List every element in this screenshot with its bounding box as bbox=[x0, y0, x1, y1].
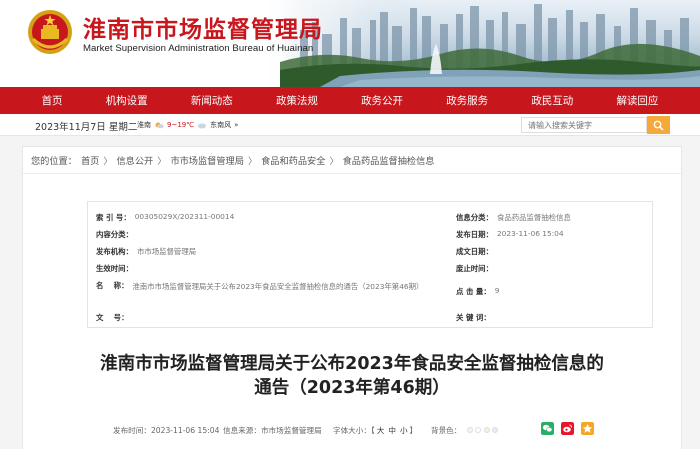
nav-item-gov-affairs[interactable]: 政务公开 bbox=[361, 93, 403, 108]
meta-views-value: 9 bbox=[494, 286, 500, 295]
info-bar: 2023年11月7日 星期二 淮南 9~19℃ 东南风 » bbox=[0, 114, 700, 136]
meta-keywords-row: 关 键 词： bbox=[456, 312, 495, 323]
article-title: 淮南市市场监督管理局关于公布2023年食品安全监督抽检信息的 通告（2023年第… bbox=[23, 352, 681, 400]
meta-org-value: 市市场监督管理局 bbox=[136, 247, 197, 256]
breadcrumb-separator: 〉 bbox=[157, 156, 167, 167]
meta-name-value: 淮南市市场监督管理局关于公布2023年食品安全监督抽检信息的通告（2023年第4… bbox=[132, 282, 424, 291]
font-size-control: 字体大小：【大中小】 bbox=[333, 425, 417, 436]
meta-category-row: 信息分类： 食品药品监督抽检信息 bbox=[456, 212, 571, 223]
current-date: 2023年11月7日 星期二 bbox=[35, 119, 137, 133]
weather-more-link[interactable]: » bbox=[234, 121, 238, 129]
bg-color-swatches bbox=[467, 426, 499, 435]
meta-docno-label: 文 号： bbox=[96, 313, 129, 322]
content-container: 您的位置： 首页 〉 信息公开 〉 市市场监督管理局 〉 食品和药品安全 〉 食… bbox=[22, 146, 682, 449]
site-title: 淮南市市场监督管理局 bbox=[83, 17, 323, 43]
meta-effective-label: 生效时间： bbox=[96, 264, 133, 273]
meta-pubdate-row: 发布日期： 2023-11-06 15:04 bbox=[456, 229, 564, 240]
cloudy-sun-icon bbox=[155, 122, 164, 129]
weather-wind: 东南风 bbox=[210, 121, 232, 129]
meta-index-row: 索 引 号： 00305029X/202311-00014 bbox=[96, 212, 234, 223]
meta-org-row: 发布机构： 市市场监督管理局 bbox=[96, 246, 196, 257]
article-source: 信息来源：市市场监督管理局 bbox=[223, 426, 322, 435]
breadcrumb-home[interactable]: 首页 bbox=[81, 153, 99, 167]
meta-effective-row: 生效时间： bbox=[96, 263, 137, 274]
bg-swatch-white[interactable] bbox=[475, 427, 482, 433]
bg-swatch-blue[interactable] bbox=[492, 427, 499, 433]
breadcrumb-bureau[interactable]: 市市场监督管理局 bbox=[170, 153, 244, 167]
date-text: 2023年11月7日 bbox=[35, 122, 106, 133]
article-title-line2: 通告（2023年第46期） bbox=[254, 378, 450, 398]
nav-item-news[interactable]: 新闻动态 bbox=[191, 93, 233, 108]
breadcrumb-separator: 〉 bbox=[247, 156, 258, 167]
bg-color-control: 背景色： bbox=[431, 425, 461, 436]
meta-pubdate-label: 发布日期： bbox=[456, 230, 493, 239]
search-input[interactable] bbox=[521, 117, 647, 133]
search-button[interactable] bbox=[647, 116, 670, 134]
bg-swatch-gray[interactable] bbox=[467, 427, 473, 433]
meta-index-label: 索 引 号： bbox=[96, 213, 131, 222]
meta-content-label: 内容分类： bbox=[96, 230, 133, 239]
bg-swatch-cream[interactable] bbox=[483, 427, 490, 433]
meta-expire-label: 废止时间： bbox=[456, 264, 493, 273]
document-metadata-table: 索 引 号： 00305029X/202311-00014 信息分类： 食品药品… bbox=[87, 201, 653, 328]
main-nav: 首页 机构设置 新闻动态 政策法规 政务公开 政务服务 政民互动 解读回应 bbox=[0, 87, 700, 114]
weather-city: 淮南 bbox=[137, 121, 151, 129]
header-banner: 淮南市市场监督管理局 Market Supervision Administra… bbox=[0, 0, 700, 87]
qzone-share-icon[interactable] bbox=[581, 422, 594, 435]
meta-category-value: 食品药品监督抽检信息 bbox=[496, 213, 571, 222]
meta-pubdate-value: 2023-11-06 15:04 bbox=[496, 229, 564, 238]
breadcrumb-info-public[interactable]: 信息公开 bbox=[117, 153, 154, 167]
nav-item-policy[interactable]: 政策法规 bbox=[276, 93, 318, 108]
weekday-text: 星期二 bbox=[108, 122, 138, 133]
font-bracket-close: 】 bbox=[409, 426, 418, 435]
breadcrumb-inspection-info[interactable]: 食品药品监督抽检信息 bbox=[343, 153, 435, 167]
weather-widget[interactable]: 淮南 9~19℃ 东南风 » bbox=[137, 120, 238, 130]
breadcrumb: 您的位置： 首页 〉 信息公开 〉 市市场监督管理局 〉 食品和药品安全 〉 食… bbox=[31, 153, 435, 167]
wechat-share-icon[interactable] bbox=[541, 422, 554, 435]
meta-expire-row: 废止时间： bbox=[456, 263, 497, 274]
article-pub-time: 发布时间：2023-11-06 15:04 bbox=[113, 426, 220, 435]
meta-docno-row: 文 号： bbox=[96, 312, 132, 323]
meta-views-label: 点 击 量： bbox=[456, 287, 491, 296]
bg-color-label: 背景色： bbox=[431, 426, 462, 435]
meta-keywords-label: 关 键 词： bbox=[456, 313, 491, 322]
cloud-icon bbox=[198, 123, 207, 129]
breadcrumb-separator: 〉 bbox=[329, 156, 339, 167]
meta-formdate-row: 成文日期： bbox=[456, 246, 497, 257]
meta-formdate-label: 成文日期： bbox=[456, 247, 493, 256]
nav-item-organization[interactable]: 机构设置 bbox=[106, 93, 148, 108]
article-title-line1: 淮南市市场监督管理局关于公布2023年食品安全监督抽检信息的 bbox=[100, 354, 604, 374]
font-size-large-button[interactable]: 大 bbox=[377, 426, 385, 435]
nav-item-home[interactable]: 首页 bbox=[42, 93, 63, 108]
nav-item-interaction[interactable]: 政民互动 bbox=[531, 93, 573, 108]
site-subtitle: Market Supervision Administration Bureau… bbox=[83, 43, 314, 54]
weibo-share-icon[interactable] bbox=[561, 422, 574, 435]
font-size-medium-button[interactable]: 中 bbox=[388, 426, 396, 435]
meta-name-row: 名 称： 淮南市市场监督管理局关于公布2023年食品安全监督抽检信息的通告（20… bbox=[96, 280, 432, 293]
breadcrumb-separator: 〉 bbox=[103, 156, 113, 167]
nav-item-interpretation[interactable]: 解读回应 bbox=[616, 93, 658, 108]
nav-item-gov-services[interactable]: 政务服务 bbox=[446, 93, 488, 108]
font-bracket-open: 【 bbox=[370, 426, 375, 435]
breadcrumb-prefix: 您的位置： bbox=[31, 156, 77, 167]
breadcrumb-divider bbox=[23, 173, 681, 174]
breadcrumb-food-drug-safety[interactable]: 食品和药品安全 bbox=[261, 153, 325, 167]
search-icon bbox=[653, 120, 664, 131]
meta-index-value: 00305029X/202311-00014 bbox=[134, 212, 235, 221]
meta-org-label: 发布机构： bbox=[96, 247, 133, 256]
meta-content-row: 内容分类： bbox=[96, 229, 137, 240]
article-pub-bar: 发布时间：2023-11-06 15:04 信息来源：市市场监督管理局 字体大小… bbox=[23, 422, 681, 438]
font-size-small-button[interactable]: 小 bbox=[400, 426, 408, 435]
meta-views-row: 点 击 量： 9 bbox=[456, 286, 499, 297]
meta-name-label: 名 称： bbox=[96, 281, 129, 290]
national-emblem-icon bbox=[28, 10, 72, 54]
meta-category-label: 信息分类： bbox=[456, 213, 493, 222]
city-skyline-image bbox=[280, 4, 700, 87]
font-size-label: 字体大小： bbox=[333, 426, 371, 435]
weather-temp: 9~19℃ bbox=[167, 121, 195, 129]
